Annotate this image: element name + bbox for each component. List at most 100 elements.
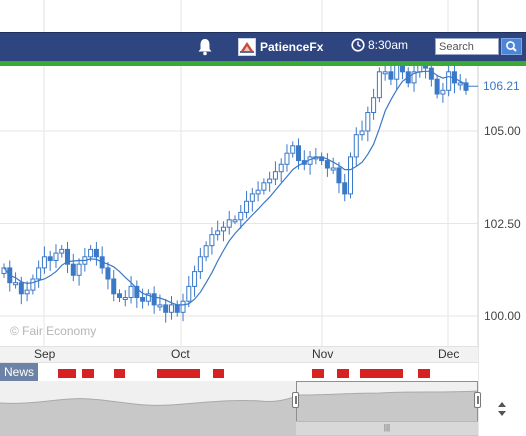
news-event-marker[interactable] (312, 369, 324, 378)
news-event-marker[interactable] (213, 369, 224, 378)
x-tick-label: Sep (34, 347, 56, 361)
candle (76, 263, 82, 276)
candle (163, 304, 169, 313)
candle (180, 300, 186, 313)
copyright-watermark: © Fair Economy (10, 324, 97, 338)
candle (53, 252, 59, 262)
news-row: News (0, 362, 478, 382)
candle (157, 304, 163, 308)
chart-widget: PatienceFx 8:30am 106.21 105.00 102.50 1… (0, 0, 526, 436)
candle (70, 263, 76, 276)
candle (267, 178, 273, 184)
avatar (238, 38, 256, 56)
candle (330, 167, 336, 171)
news-event-marker[interactable] (82, 369, 94, 378)
candle (238, 211, 244, 221)
accent-stripe (0, 61, 526, 66)
x-tick-label: Nov (312, 347, 334, 361)
x-axis: Sep Oct Nov Dec (0, 346, 478, 363)
candle (232, 219, 238, 223)
search-button[interactable] (501, 38, 522, 55)
candle (47, 256, 53, 261)
candle (192, 271, 198, 287)
news-event-marker[interactable] (58, 369, 76, 378)
candle (440, 89, 446, 95)
candle (284, 152, 290, 165)
candle (348, 156, 353, 195)
candle (226, 219, 232, 228)
candle (197, 256, 203, 273)
candle (30, 278, 36, 291)
scrollbar-grip[interactable]: ||| (296, 421, 478, 435)
candle (174, 304, 180, 313)
candle (394, 63, 400, 80)
candle (457, 82, 463, 86)
candle (434, 78, 440, 95)
candle (88, 248, 94, 258)
candle (128, 285, 134, 298)
candle (249, 193, 255, 202)
candle (244, 200, 250, 213)
clock-icon (351, 38, 365, 52)
x-tick-label: Dec (438, 347, 460, 361)
candle (376, 71, 382, 99)
news-event-marker[interactable] (360, 369, 403, 378)
y-tick-label: 102.50 (484, 217, 521, 231)
clock[interactable]: 8:30am (351, 38, 408, 52)
candle (365, 112, 371, 132)
candle (209, 234, 215, 247)
candle (111, 278, 117, 295)
bell-icon[interactable] (196, 37, 214, 57)
up-down-arrows-icon[interactable] (496, 400, 508, 418)
candle (36, 267, 42, 280)
brand[interactable]: PatienceFx (238, 38, 323, 56)
candle (215, 230, 221, 236)
candle (220, 226, 226, 232)
candle (93, 248, 99, 258)
candle (18, 282, 24, 295)
y-tick-label: 100.00 (484, 309, 521, 323)
candle (122, 297, 128, 300)
candle (140, 297, 146, 302)
candle (353, 134, 359, 158)
candle (203, 245, 209, 258)
candle (296, 145, 302, 162)
candle (41, 256, 47, 269)
candle (151, 293, 157, 306)
y-tick-label: 105.00 (484, 124, 521, 138)
search-icon (506, 41, 517, 52)
brand-name: PatienceFx (260, 40, 324, 54)
news-event-marker[interactable] (157, 369, 200, 378)
candle (278, 163, 284, 173)
candle (342, 182, 348, 195)
candle (105, 267, 111, 280)
candle (324, 160, 330, 169)
candle (359, 130, 365, 136)
news-event-marker[interactable] (418, 369, 430, 378)
navigator-left-handle[interactable] (292, 392, 299, 408)
candle (168, 304, 174, 313)
candles (1, 50, 469, 323)
candle (255, 189, 261, 195)
candle (371, 97, 377, 113)
current-price-label: 106.21 (480, 79, 526, 94)
news-event-marker[interactable] (337, 369, 349, 378)
candle (290, 145, 296, 154)
candle (336, 167, 342, 184)
candle (261, 182, 267, 191)
candle (117, 293, 122, 298)
search-input[interactable] (435, 38, 499, 55)
candle (59, 248, 65, 254)
candle (388, 71, 394, 80)
candle (13, 282, 19, 286)
news-event-marker[interactable] (114, 369, 125, 378)
clock-time: 8:30am (368, 38, 409, 52)
navigator-right-handle[interactable] (474, 392, 481, 408)
x-tick-label: Oct (171, 347, 190, 361)
candle (186, 285, 192, 302)
candle (382, 71, 388, 75)
candle (446, 71, 452, 91)
candle (272, 171, 278, 180)
candle (428, 67, 434, 80)
candle (24, 289, 30, 295)
